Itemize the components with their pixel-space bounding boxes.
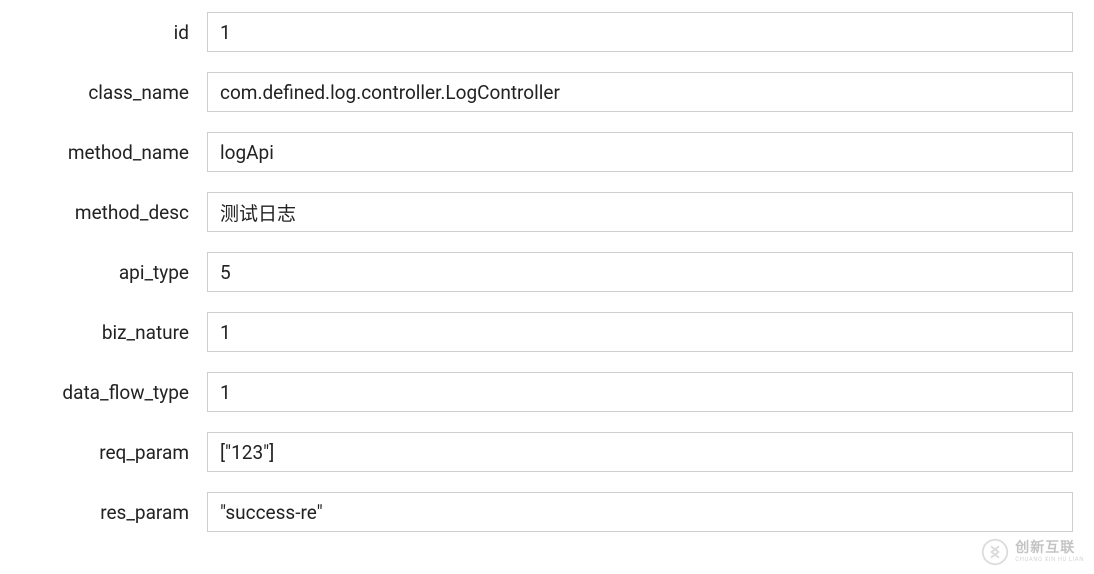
label-res-param: res_param [12, 501, 207, 524]
form-row-res-param: res_param [12, 492, 1082, 532]
label-method-name: method_name [12, 141, 207, 164]
form-row-req-param: req_param [12, 432, 1082, 472]
form-row-biz-nature: biz_nature [12, 312, 1082, 352]
form-container: id class_name method_name method_desc ap… [12, 12, 1082, 532]
watermark-text: 创新互联 CHUANG XIN HU LIAN [1015, 541, 1084, 563]
label-api-type: api_type [12, 261, 207, 284]
input-biz-nature[interactable] [207, 312, 1073, 352]
input-res-param[interactable] [207, 492, 1073, 532]
label-class-name: class_name [12, 81, 207, 104]
input-method-name[interactable] [207, 132, 1073, 172]
input-id[interactable] [207, 12, 1073, 52]
label-biz-nature: biz_nature [12, 321, 207, 344]
form-row-id: id [12, 12, 1082, 52]
form-row-method-name: method_name [12, 132, 1082, 172]
watermark-logo-icon [981, 538, 1009, 566]
input-api-type[interactable] [207, 252, 1073, 292]
label-id: id [12, 21, 207, 44]
watermark: 创新互联 CHUANG XIN HU LIAN [981, 538, 1084, 566]
input-method-desc[interactable] [207, 192, 1073, 232]
input-req-param[interactable] [207, 432, 1073, 472]
input-class-name[interactable] [207, 72, 1073, 112]
form-row-data-flow-type: data_flow_type [12, 372, 1082, 412]
label-method-desc: method_desc [12, 201, 207, 224]
form-row-method-desc: method_desc [12, 192, 1082, 232]
form-row-class-name: class_name [12, 72, 1082, 112]
input-data-flow-type[interactable] [207, 372, 1073, 412]
watermark-sub-text: CHUANG XIN HU LIAN [1015, 557, 1084, 563]
watermark-main-text: 创新互联 [1015, 541, 1084, 555]
label-req-param: req_param [12, 441, 207, 464]
label-data-flow-type: data_flow_type [12, 381, 207, 404]
form-row-api-type: api_type [12, 252, 1082, 292]
